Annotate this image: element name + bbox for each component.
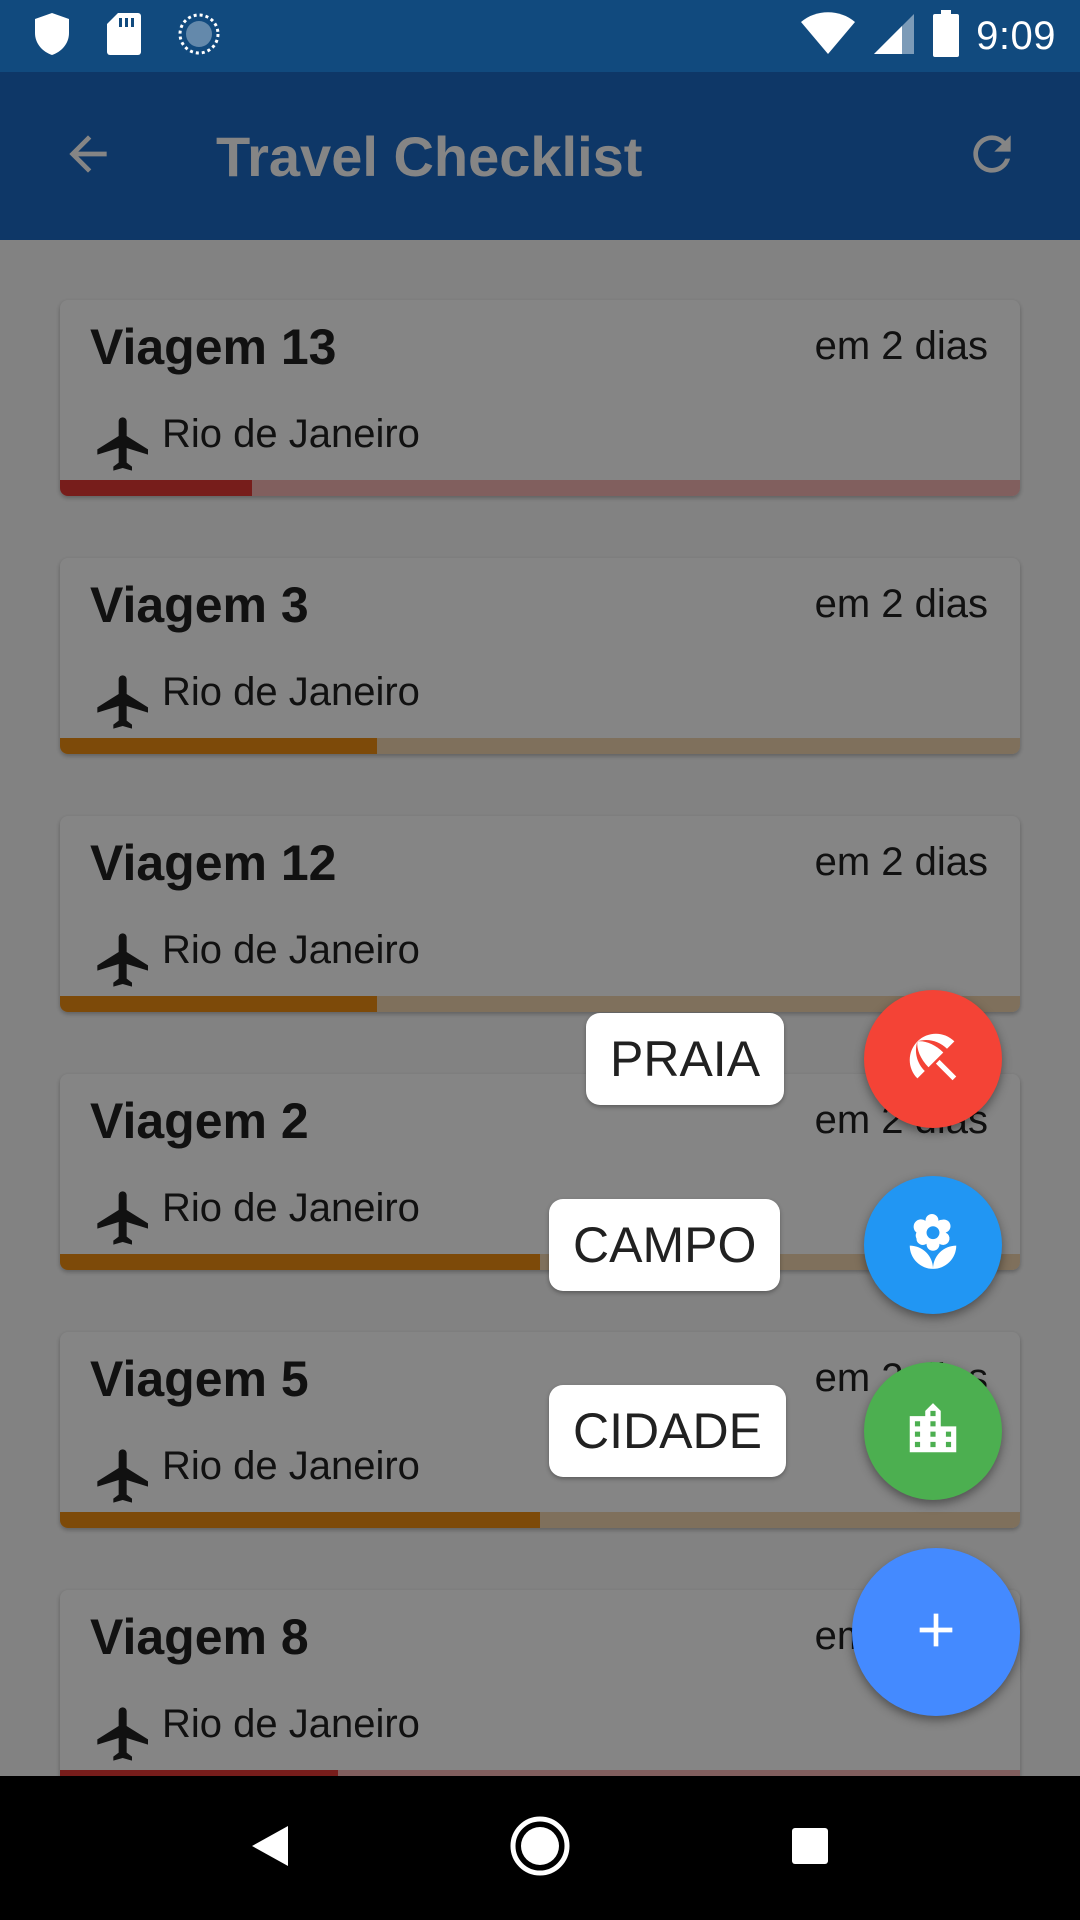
add-icon [908,1602,964,1663]
nav-recents-icon [790,1826,830,1871]
nav-back-icon [248,1822,292,1875]
wifi-icon [800,11,856,61]
nav-back-button[interactable] [230,1808,310,1888]
nav-home-button[interactable] [500,1808,580,1888]
clock: 9:09 [976,13,1056,58]
speed-dial-scrim[interactable] [0,72,1080,1776]
city-buildings-icon [902,1398,964,1465]
option-label-praia[interactable]: PRAIA [586,1013,785,1105]
system-nav-bar [0,1776,1080,1920]
campo-fab[interactable] [864,1176,1002,1314]
praia-fab[interactable] [864,990,1002,1128]
nav-recents-button[interactable] [770,1808,850,1888]
sync-icon [176,11,222,62]
nav-home-icon [509,1815,571,1882]
cell-signal-icon [872,12,916,61]
option-label-cidade[interactable]: CIDADE [549,1385,786,1477]
add-trip-fab[interactable] [852,1548,1020,1716]
sd-card-icon [106,11,142,62]
flower-icon [902,1212,964,1279]
status-bar: 9:09 [0,0,1080,72]
beach-umbrella-icon [902,1026,964,1093]
cidade-fab[interactable] [864,1362,1002,1500]
shield-icon [32,11,72,62]
option-label-campo[interactable]: CAMPO [549,1199,781,1291]
battery-icon [932,9,960,63]
